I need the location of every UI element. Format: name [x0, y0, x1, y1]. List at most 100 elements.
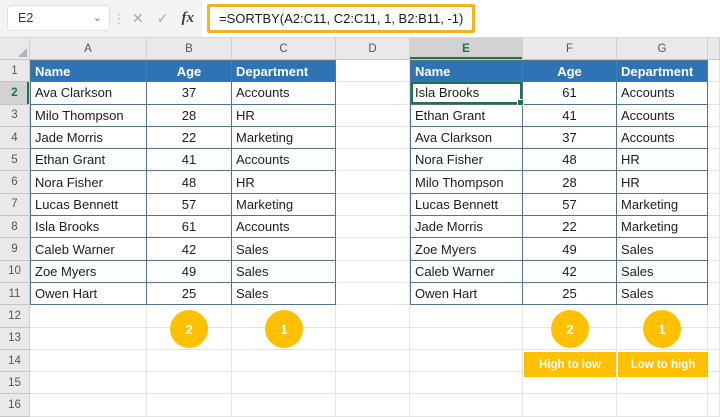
cell-E6[interactable]: Milo Thompson	[410, 171, 523, 194]
cell-spacer-11[interactable]	[708, 282, 720, 306]
cell-A16[interactable]	[30, 394, 147, 417]
cell-D7[interactable]	[336, 193, 410, 217]
row-header-9[interactable]: 9	[0, 238, 30, 261]
cell-G16[interactable]	[617, 394, 708, 417]
cell-spacer-8[interactable]	[708, 216, 720, 239]
cell-E15[interactable]	[410, 372, 523, 395]
cell-C6[interactable]: HR	[232, 171, 336, 194]
cell-C4[interactable]: Marketing	[232, 126, 336, 150]
cell-spacer-13[interactable]	[708, 327, 720, 350]
cell-spacer-3[interactable]	[708, 104, 720, 127]
cell-G2[interactable]: Accounts	[617, 82, 708, 105]
cell-E7[interactable]: Lucas Bennett	[410, 193, 523, 217]
column-header-A[interactable]: A	[30, 38, 147, 60]
cell-C3[interactable]: HR	[232, 104, 336, 127]
cell-D2[interactable]	[336, 82, 410, 105]
cell-C10[interactable]: Sales	[232, 260, 336, 283]
formula-input-area[interactable]: =SORTBY(A2:C11, C2:C11, 1, B2:B11, -1)	[202, 0, 720, 37]
cell-spacer-14[interactable]	[708, 349, 720, 373]
cell-B3[interactable]: 28	[147, 104, 232, 127]
column-header-F[interactable]: F	[523, 38, 617, 60]
cell-E1[interactable]: Name	[410, 60, 523, 83]
cell-spacer-9[interactable]	[708, 238, 720, 261]
column-header-G[interactable]: G	[617, 38, 708, 60]
cell-G3[interactable]: Accounts	[617, 104, 708, 127]
cell-C16[interactable]	[232, 394, 336, 417]
column-header-B[interactable]: B	[147, 38, 232, 60]
cell-G5[interactable]: HR	[617, 149, 708, 172]
cell-spacer-10[interactable]	[708, 260, 720, 283]
cell-D12[interactable]	[336, 305, 410, 328]
cell-C1[interactable]: Department	[232, 60, 336, 83]
cell-C7[interactable]: Marketing	[232, 193, 336, 217]
cell-B15[interactable]	[147, 372, 232, 395]
cell-E13[interactable]	[410, 327, 523, 350]
cell-F10[interactable]: 42	[523, 260, 617, 283]
cell-spacer-2[interactable]	[708, 82, 720, 105]
cell-E4[interactable]: Ava Clarkson	[410, 126, 523, 150]
cell-spacer-12[interactable]	[708, 305, 720, 328]
row-header-4[interactable]: 4	[0, 126, 30, 150]
cell-B6[interactable]: 48	[147, 171, 232, 194]
cell-A13[interactable]	[30, 327, 147, 350]
cell-B11[interactable]: 25	[147, 282, 232, 306]
row-header-8[interactable]: 8	[0, 216, 30, 239]
cell-E9[interactable]: Zoe Myers	[410, 238, 523, 261]
row-header-11[interactable]: 11	[0, 282, 30, 306]
cell-D4[interactable]	[336, 126, 410, 150]
cell-B5[interactable]: 41	[147, 149, 232, 172]
cell-B8[interactable]: 61	[147, 216, 232, 239]
cancel-icon[interactable]: ✕	[132, 10, 144, 27]
cell-A5[interactable]: Ethan Grant	[30, 149, 147, 172]
row-header-10[interactable]: 10	[0, 260, 30, 283]
cell-G10[interactable]: Sales	[617, 260, 708, 283]
cell-A1[interactable]: Name	[30, 60, 147, 83]
cell-D14[interactable]	[336, 349, 410, 373]
cell-A3[interactable]: Milo Thompson	[30, 104, 147, 127]
cell-B1[interactable]: Age	[147, 60, 232, 83]
cell-A8[interactable]: Isla Brooks	[30, 216, 147, 239]
cell-A11[interactable]: Owen Hart	[30, 282, 147, 306]
cell-spacer-7[interactable]	[708, 193, 720, 217]
cell-A15[interactable]	[30, 372, 147, 395]
cell-G7[interactable]: Marketing	[617, 193, 708, 217]
row-header-2[interactable]: 2	[0, 82, 30, 105]
cell-spacer-15[interactable]	[708, 372, 720, 395]
cell-D1[interactable]	[336, 60, 410, 83]
row-header-13[interactable]: 13	[0, 327, 30, 350]
row-header-3[interactable]: 3	[0, 104, 30, 127]
row-header-14[interactable]: 14	[0, 349, 30, 373]
cell-F11[interactable]: 25	[523, 282, 617, 306]
cell-G4[interactable]: Accounts	[617, 126, 708, 150]
column-header-D[interactable]: D	[336, 38, 410, 60]
cell-A2[interactable]: Ava Clarkson	[30, 82, 147, 105]
cell-C11[interactable]: Sales	[232, 282, 336, 306]
cell-G1[interactable]: Department	[617, 60, 708, 83]
cell-D6[interactable]	[336, 171, 410, 194]
cell-A6[interactable]: Nora Fisher	[30, 171, 147, 194]
row-header-12[interactable]: 12	[0, 305, 30, 328]
cell-A10[interactable]: Zoe Myers	[30, 260, 147, 283]
cell-E14[interactable]	[410, 349, 523, 373]
cell-E16[interactable]	[410, 394, 523, 417]
cell-A7[interactable]: Lucas Bennett	[30, 193, 147, 217]
cell-C2[interactable]: Accounts	[232, 82, 336, 105]
cell-E2[interactable]: Isla Brooks	[410, 82, 524, 106]
enter-icon[interactable]: ✓	[157, 10, 169, 27]
cell-A9[interactable]: Caleb Warner	[30, 238, 147, 261]
cell-D11[interactable]	[336, 282, 410, 306]
cell-F3[interactable]: 41	[523, 104, 617, 127]
cell-D5[interactable]	[336, 149, 410, 172]
cell-E3[interactable]: Ethan Grant	[410, 104, 523, 127]
cell-C15[interactable]	[232, 372, 336, 395]
cell-D13[interactable]	[336, 327, 410, 350]
cell-C14[interactable]	[232, 349, 336, 373]
cell-F5[interactable]: 48	[523, 149, 617, 172]
cell-A14[interactable]	[30, 349, 147, 373]
cell-F16[interactable]	[523, 394, 617, 417]
cell-D15[interactable]	[336, 372, 410, 395]
cell-F6[interactable]: 28	[523, 171, 617, 194]
cell-E8[interactable]: Jade Morris	[410, 216, 523, 239]
cell-F8[interactable]: 22	[523, 216, 617, 239]
cell-E12[interactable]	[410, 305, 523, 328]
